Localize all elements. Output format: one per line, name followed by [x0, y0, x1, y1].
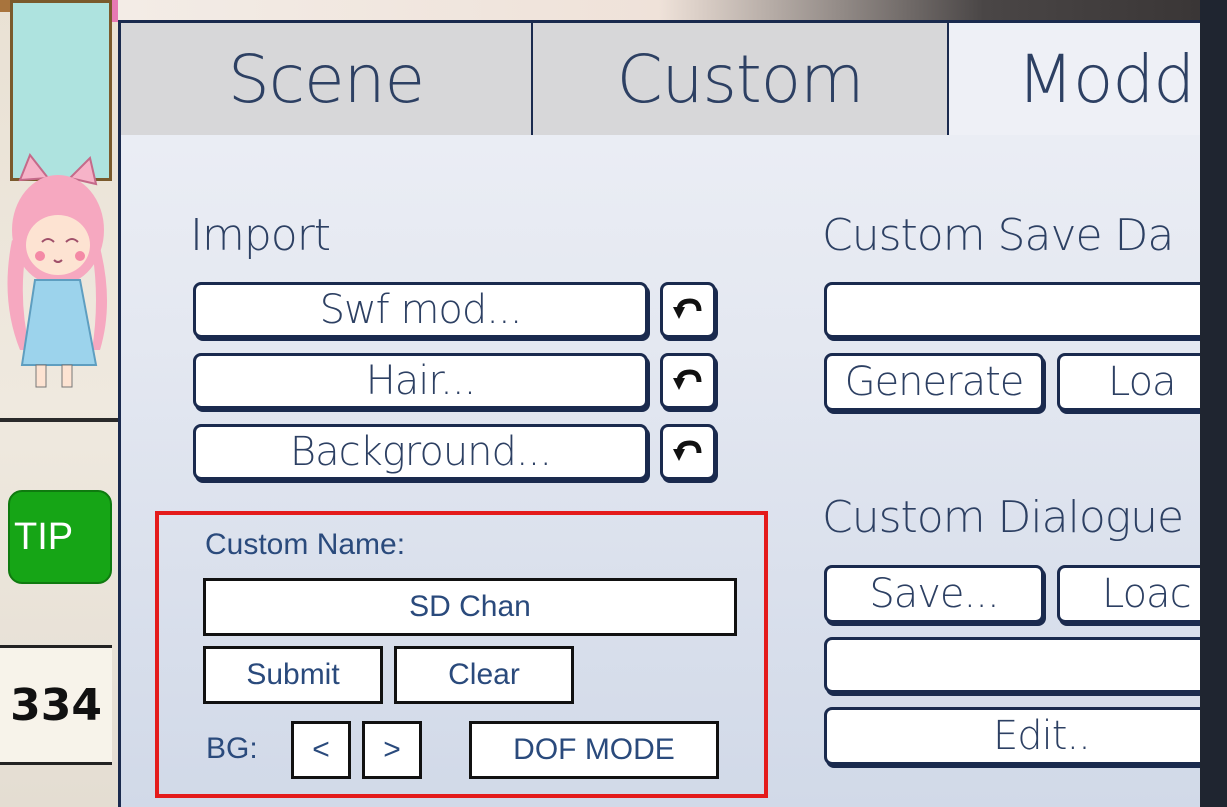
import-background-label: Background... [289, 429, 552, 475]
tip-button[interactable]: TIP [8, 490, 112, 584]
tab-scene-label: Scene [227, 40, 425, 118]
tab-scene[interactable]: Scene [121, 23, 533, 135]
undo-arrow-icon [673, 369, 702, 390]
dialogue-save-label: Save... [869, 571, 999, 617]
undo-arrow-icon [673, 440, 702, 461]
load-save-data-button[interactable]: Loa [1057, 353, 1217, 411]
import-swf-mod-button[interactable]: Swf mod... [193, 282, 648, 338]
save-data-input[interactable] [824, 282, 1214, 338]
undo-background-button[interactable] [660, 424, 716, 480]
load-save-data-label: Loa [1108, 359, 1177, 405]
import-title: Import [190, 210, 331, 261]
dialogue-load-label: Loac [1102, 571, 1192, 617]
custom-save-data-title: Custom Save Da [822, 210, 1174, 261]
score-counter: 334 [0, 645, 112, 765]
undo-arrow-icon [673, 298, 702, 319]
import-swf-mod-label: Swf mod... [319, 287, 523, 333]
dialogue-edit-button[interactable]: Edit.. [824, 707, 1214, 765]
divider-line [0, 418, 118, 422]
undo-swf-mod-button[interactable] [660, 282, 716, 338]
custom-dialogue-title: Custom Dialogue [822, 492, 1184, 543]
generate-label: Generate [844, 359, 1025, 405]
generate-button[interactable]: Generate [824, 353, 1044, 411]
dialogue-edit-label: Edit.. [993, 713, 1091, 759]
highlight-box [155, 511, 768, 798]
dialogue-load-button[interactable]: Loac [1057, 565, 1217, 623]
tab-modding-label: Modd [1017, 40, 1195, 118]
window-edge [1200, 0, 1227, 807]
counter-value: 334 [10, 679, 102, 731]
import-hair-label: Hair... [365, 358, 477, 404]
tab-custom[interactable]: Custom [533, 23, 949, 135]
chibi-character-image [7, 153, 108, 388]
background-strip [118, 0, 1200, 22]
tip-label: TIP [14, 515, 74, 558]
undo-hair-button[interactable] [660, 353, 716, 409]
dialogue-save-button[interactable]: Save... [824, 565, 1044, 623]
dialogue-input[interactable] [824, 637, 1214, 693]
tab-modding[interactable]: Modd [949, 23, 1200, 135]
import-background-button[interactable]: Background... [193, 424, 648, 480]
import-hair-button[interactable]: Hair... [193, 353, 648, 409]
tab-custom-label: Custom [616, 40, 865, 118]
